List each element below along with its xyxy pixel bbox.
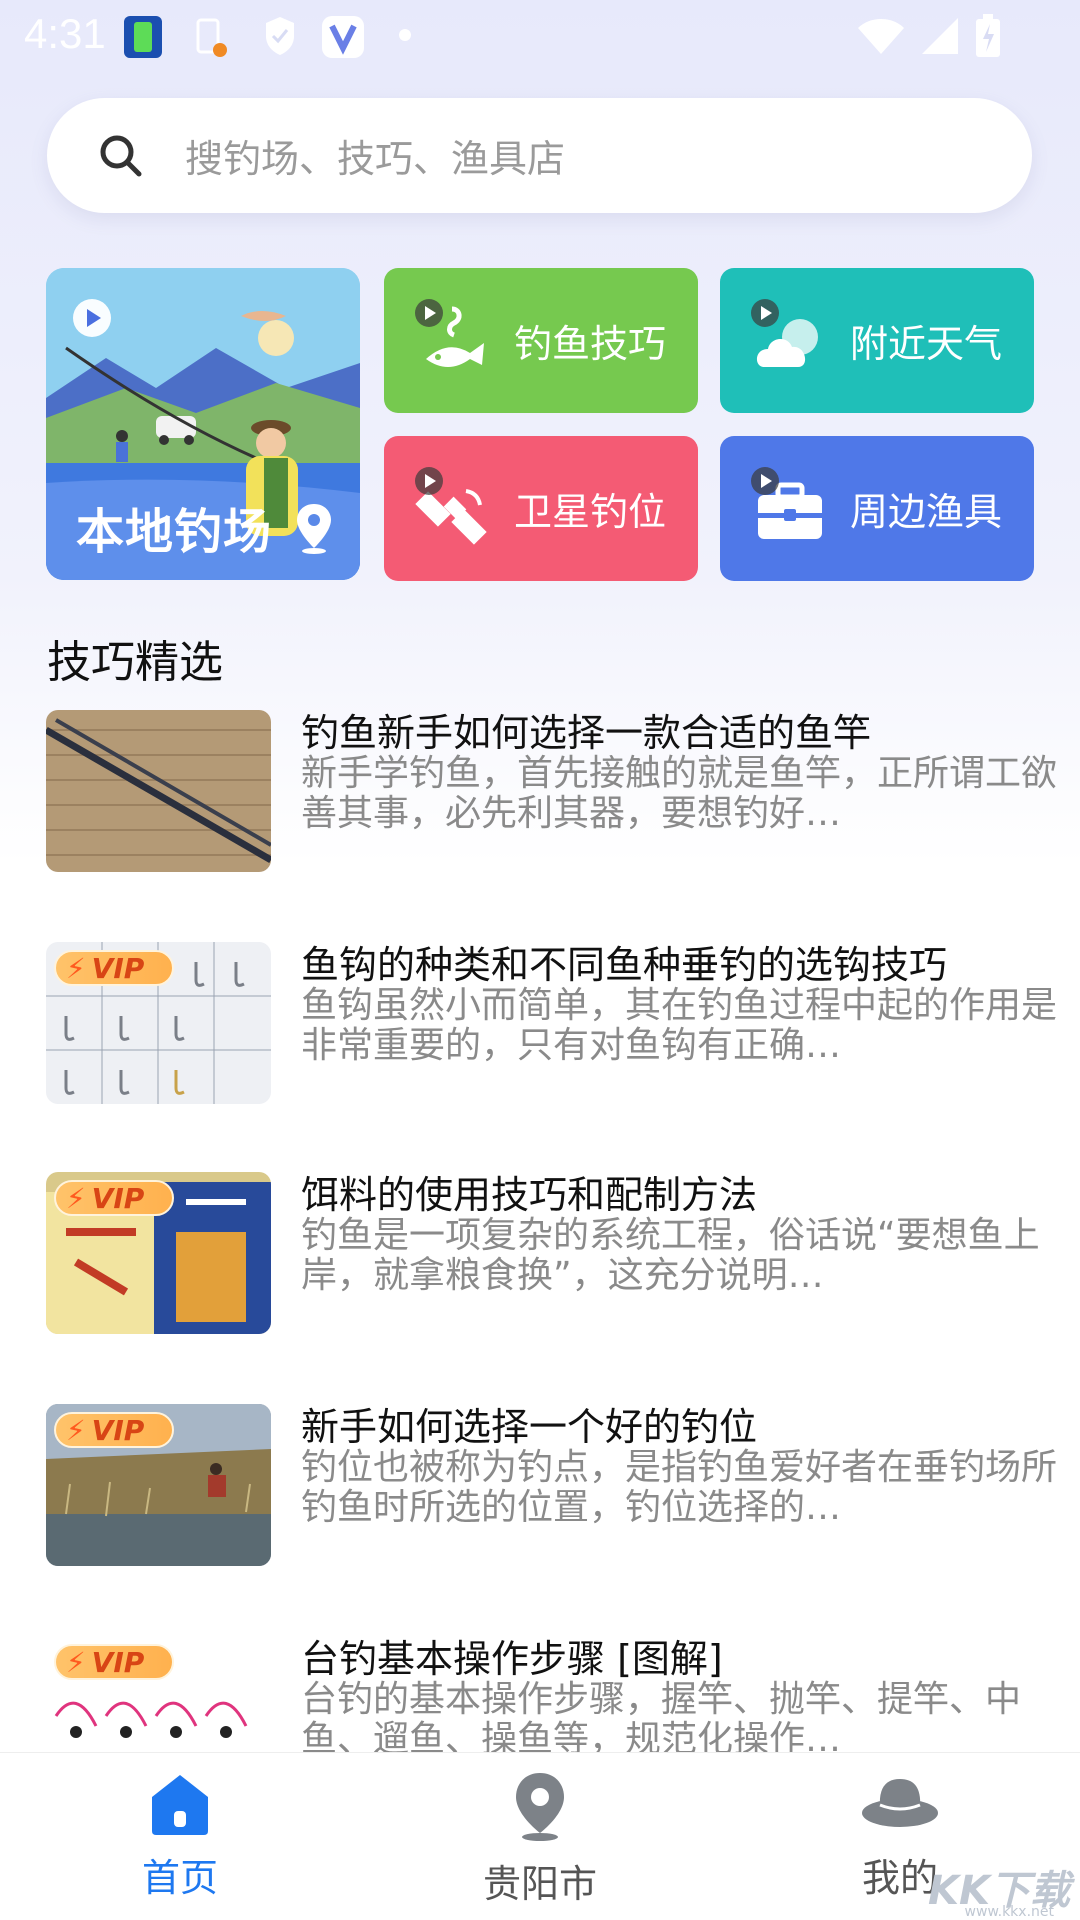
nav-city[interactable]: 贵阳市 [440, 1771, 640, 1908]
wifi-icon [858, 19, 904, 54]
home-icon [152, 1775, 208, 1835]
bolt-icon: ⚡ [66, 1181, 86, 1215]
bolt-icon: ⚡ [66, 951, 86, 985]
nearby-weather-label: 附近天气 [850, 322, 1003, 366]
battery-app-icon [124, 16, 162, 58]
article-description: 鱼钩虽然小而简单，其在钓鱼过程中起的作用是非常重要的，只有对鱼钩有正确… [301, 986, 1058, 1066]
nearby-weather-tile[interactable]: 附近天气 [720, 268, 1034, 413]
local-spots-label: 本地钓场 [76, 504, 273, 560]
shield-icon [266, 17, 294, 55]
article-thumbnail: ⚡ VIP [46, 1404, 271, 1566]
status-bar: 4:31 [0, 0, 1080, 72]
article-item[interactable]: ⚡ VIP 鱼钩的种类和不同鱼种垂钓的选钩技巧 鱼钩虽然小而简单，其在钓鱼过程中起… [46, 942, 1057, 1107]
notification-dot-icon [399, 29, 411, 41]
location-pin-icon [297, 504, 331, 554]
location-pin-icon [516, 1773, 564, 1841]
search-placeholder: 搜钓场、技巧、渔具店 [185, 137, 566, 181]
article-thumbnail: ⚡ VIP [46, 942, 271, 1104]
section-title: 技巧精选 [47, 637, 223, 688]
article-title: 钓鱼新手如何选择一款合适的鱼竿 [301, 711, 872, 755]
nav-home-label: 首页 [141, 1856, 218, 1900]
fishing-skills-label: 钓鱼技巧 [514, 322, 667, 366]
nav-city-label: 贵阳市 [482, 1862, 597, 1906]
vip-badge: ⚡ VIP [54, 950, 174, 986]
hat-icon [862, 1779, 938, 1827]
search-icon [100, 135, 142, 176]
nav-home[interactable]: 首页 [80, 1771, 280, 1902]
nearby-gear-tile[interactable]: 周边渔具 [720, 436, 1034, 581]
status-time: 4:31 [24, 10, 106, 57]
article-description: 新手学钓鱼，首先接触的就是鱼竿，正所谓工欲善其事，必先利其器，要想钓好… [301, 754, 1058, 834]
article-item[interactable]: ⚡ VIP 台钓基本操作步骤 [图解] 台钓的基本操作步骤，握竿、抛竿、提竿、中鱼… [46, 1636, 1036, 1752]
watermark-url: www.kkx.net [964, 1904, 1054, 1920]
article-title: 饵料的使用技巧和配制方法 [301, 1173, 758, 1217]
article-title: 台钓基本操作步骤 [图解] [301, 1637, 723, 1681]
article-description: 台钓的基本操作步骤，握竿、抛竿、提竿、中鱼、遛鱼、操鱼等，规范化操作… [301, 1680, 1022, 1752]
v-app-icon [322, 16, 364, 58]
vip-badge: ⚡ VIP [54, 1412, 174, 1448]
article-item[interactable]: ⚡ VIP 新手如何选择一个好的钓位 钓位也被称为钓点，是指钓鱼爱好者在垂钓场所钓… [46, 1404, 1057, 1569]
article-thumbnail: ⚡ VIP [46, 1636, 271, 1752]
article-title: 鱼钩的种类和不同鱼种垂钓的选钩技巧 [301, 943, 948, 987]
satellite-spots-label: 卫星钓位 [514, 490, 667, 534]
signal-icon [922, 18, 958, 54]
article-item[interactable]: ⚡ VIP 饵料的使用技巧和配制方法 钓鱼是一项复杂的系统工程，俗话说“要想鱼上岸… [46, 1172, 1040, 1337]
article-title: 新手如何选择一个好的钓位 [301, 1405, 758, 1449]
article-thumbnail: ⚡ VIP [46, 1172, 271, 1334]
vip-badge: ⚡ VIP [54, 1180, 174, 1216]
play-icon [751, 299, 779, 327]
battery-icon [976, 14, 1000, 57]
local-spots-tile[interactable]: 本地钓场 [46, 268, 360, 580]
vip-badge: ⚡ VIP [54, 1644, 174, 1680]
play-icon [415, 299, 443, 327]
play-icon [415, 467, 443, 495]
nearby-gear-label: 周边渔具 [850, 490, 1003, 534]
bolt-icon: ⚡ [66, 1413, 86, 1447]
battery-alert-icon [196, 18, 227, 57]
article-description: 钓位也被称为钓点，是指钓鱼爱好者在垂钓场所钓鱼时所选的位置，钓位选择的… [301, 1448, 1058, 1528]
article-thumbnail [46, 710, 271, 872]
fishing-skills-tile[interactable]: 钓鱼技巧 [384, 268, 698, 413]
satellite-spots-tile[interactable]: 卫星钓位 [384, 436, 698, 581]
bolt-icon: ⚡ [66, 1645, 86, 1679]
play-icon [751, 467, 779, 495]
search-bar[interactable]: 搜钓场、技巧、渔具店 [47, 98, 1032, 213]
bottom-nav: 首页 贵阳市 我的 KK下载 www.kkx.net [0, 1752, 1080, 1920]
article-item[interactable]: 钓鱼新手如何选择一款合适的鱼竿 新手学钓鱼，首先接触的就是鱼竿，正所谓工欲善其事… [46, 710, 1057, 875]
article-description: 钓鱼是一项复杂的系统工程，俗话说“要想鱼上岸，就拿粮食换”，这充分说明… [301, 1216, 1040, 1296]
play-icon [73, 299, 111, 337]
